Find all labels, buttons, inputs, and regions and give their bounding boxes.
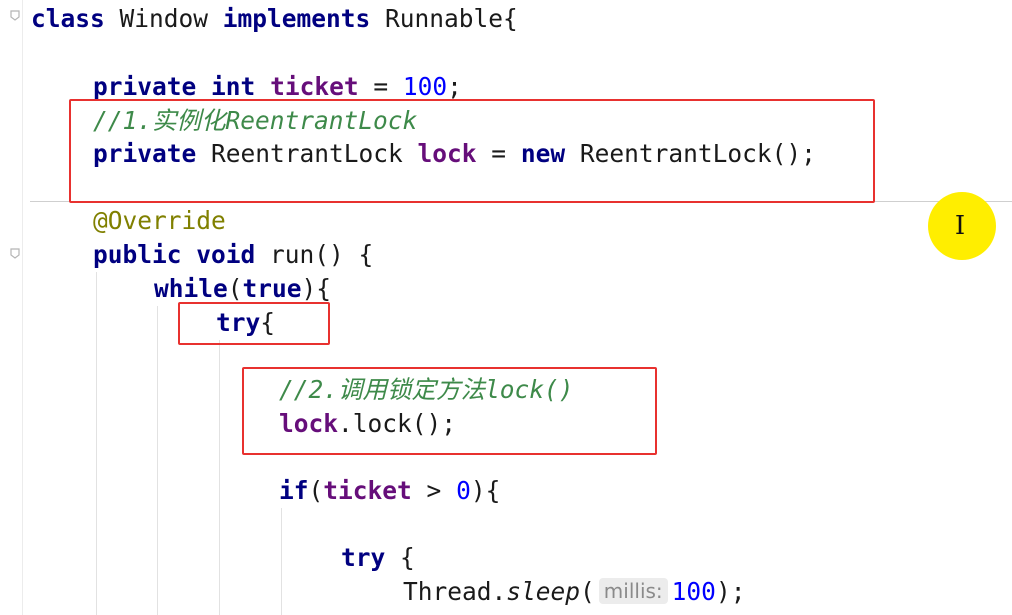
field-token: ticket — [270, 72, 359, 101]
keyword-token: private — [93, 72, 197, 101]
keyword-token: try — [341, 543, 386, 572]
code-token: ( — [227, 274, 243, 303]
keyword-token: int — [211, 72, 256, 101]
code-token: ( — [580, 577, 595, 606]
keyword-token: class — [31, 4, 105, 33]
gutter-divider — [22, 0, 23, 615]
highlight-box-lock-call — [242, 367, 657, 455]
indent-guide — [157, 306, 158, 615]
keyword-token: while — [154, 274, 228, 303]
code-line-override[interactable]: @Override — [93, 204, 226, 238]
code-line-run-method[interactable]: public void run() { — [93, 238, 373, 272]
annotation-token: @Override — [93, 206, 226, 235]
highlight-box-lock-instantiation — [69, 99, 875, 203]
code-token: ); — [715, 577, 746, 606]
field-token: ticket — [323, 476, 412, 505]
code-token: run() { — [255, 240, 374, 269]
parameter-hint: millis: — [598, 578, 668, 604]
code-token: Runnable{ — [370, 4, 518, 33]
fold-marker-icon[interactable] — [10, 248, 20, 259]
code-line-if-ticket[interactable]: if(ticket > 0){ — [279, 474, 500, 508]
keyword-token: public — [93, 240, 182, 269]
code-token: ){ — [301, 274, 332, 303]
number-token: 100 — [671, 577, 716, 606]
text-cursor-icon: I — [954, 211, 966, 241]
code-token: ; — [447, 72, 462, 101]
code-line-thread-sleep[interactable]: Thread.sleep(millis: 100); — [403, 575, 745, 609]
code-token: ){ — [470, 476, 501, 505]
code-line-while[interactable]: while(true){ — [154, 272, 331, 306]
keyword-token: if — [279, 476, 309, 505]
code-token: ( — [308, 476, 324, 505]
code-token: = — [358, 72, 403, 101]
keyword-token: true — [242, 274, 302, 303]
code-token: Window — [104, 4, 223, 33]
indent-guide — [281, 508, 282, 615]
editor-gutter — [0, 0, 28, 615]
keyword-token: implements — [222, 4, 371, 33]
number-token: 0 — [456, 476, 471, 505]
indent-guide — [219, 340, 220, 615]
code-token: Thread. — [403, 577, 507, 606]
indent-guide — [96, 272, 97, 615]
number-token: 100 — [402, 72, 448, 101]
code-line-try-inner[interactable]: try { — [341, 541, 415, 575]
method-token: sleep — [506, 577, 581, 606]
code-token: > — [411, 476, 457, 505]
code-line-class-decl[interactable]: class Window implements Runnable{ — [31, 2, 518, 36]
code-token: { — [385, 543, 415, 572]
fold-marker-icon[interactable] — [10, 10, 20, 21]
keyword-token: void — [196, 240, 256, 269]
highlight-box-try — [178, 302, 330, 345]
